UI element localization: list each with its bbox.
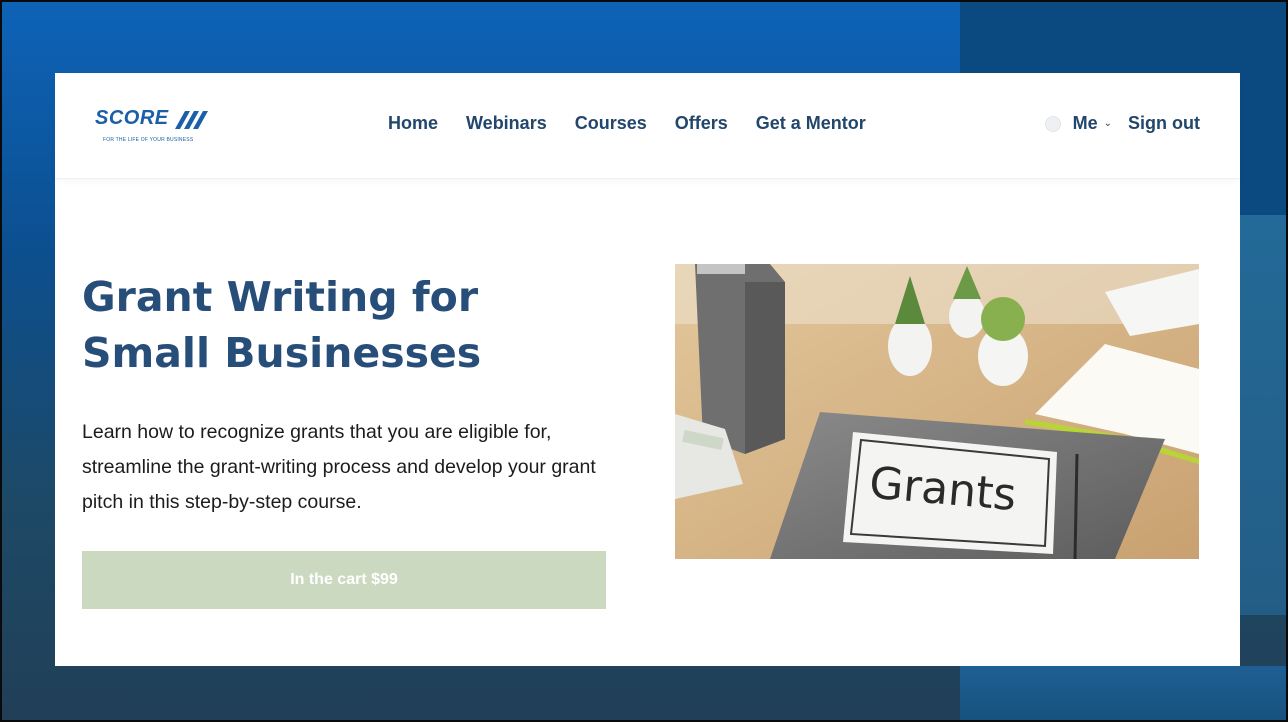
background-panel-bottom-right	[960, 666, 1288, 722]
nav-home[interactable]: Home	[388, 113, 438, 134]
main-nav: Home Webinars Courses Offers Get a Mento…	[388, 113, 866, 134]
course-description: Learn how to recognize grants that you a…	[82, 421, 596, 513]
nav-get-a-mentor[interactable]: Get a Mentor	[756, 113, 866, 134]
top-navbar: SCORE FOR THE LIFE OF YOUR BUSINESS Home…	[55, 73, 1240, 179]
chevron-down-icon[interactable]: ⌄	[1104, 118, 1112, 129]
avatar[interactable]	[1044, 115, 1061, 132]
course-hero-image: Grants	[675, 264, 1199, 559]
nav-webinars[interactable]: Webinars	[466, 113, 547, 134]
score-logo[interactable]: SCORE FOR THE LIFE OF YOUR BUSINESS	[95, 107, 215, 147]
me-menu-button[interactable]: Me	[1073, 113, 1098, 134]
account-nav: Me ⌄ Sign out	[1044, 113, 1200, 134]
page-title-line-1: Grant Writing for	[82, 273, 479, 321]
nav-offers[interactable]: Offers	[675, 113, 728, 134]
background-panel-right	[1240, 215, 1288, 615]
sign-out-link[interactable]: Sign out	[1128, 113, 1200, 134]
logo-wordmark: SCORE	[95, 107, 169, 129]
in-cart-button[interactable]: In the cart $99	[82, 551, 606, 609]
nav-courses[interactable]: Courses	[575, 113, 647, 134]
page-title: Grant Writing for Small Businesses	[82, 269, 602, 381]
logo-stripes-icon	[175, 111, 208, 129]
grants-folder-illustration: Grants	[675, 264, 1199, 559]
page-title-line-2: Small Businesses	[82, 329, 482, 377]
logo-tagline: FOR THE LIFE OF YOUR BUSINESS	[103, 137, 194, 143]
page-card: SCORE FOR THE LIFE OF YOUR BUSINESS Home…	[55, 73, 1240, 666]
